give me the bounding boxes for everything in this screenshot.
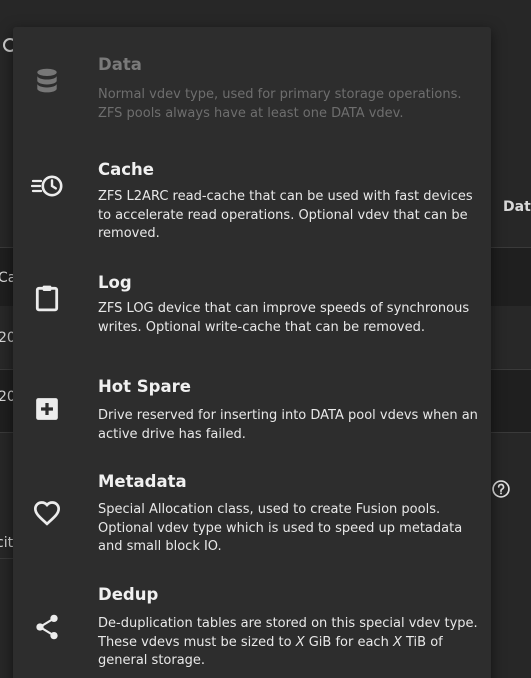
menu-item-title: Data	[98, 55, 142, 74]
menu-item-dedup[interactable]: Dedup De-duplication tables are stored o…	[13, 571, 491, 678]
menu-item-metadata[interactable]: Metadata Special Allocation class, used …	[13, 459, 491, 571]
menu-item-title: Metadata	[98, 472, 187, 491]
menu-item-title: Cache	[98, 160, 154, 179]
menu-item-description: Special Allocation class, used to create…	[98, 502, 463, 554]
menu-item-description: De-duplication tables are stored on this…	[98, 615, 478, 671]
menu-item-log[interactable]: Log ZFS LOG device that can improve spee…	[13, 244, 491, 359]
menu-item-description: ZFS L2ARC read-cache that can be used wi…	[98, 189, 473, 241]
vdev-type-menu: Data Normal vdev type, used for primary …	[13, 27, 491, 678]
menu-item-title: Dedup	[98, 585, 159, 604]
clipboard-icon	[33, 284, 61, 312]
description-text: GiB for each	[304, 634, 393, 650]
database-icon	[33, 67, 61, 95]
menu-item-title: Hot Spare	[98, 377, 191, 396]
menu-item-description: Normal vdev type, used for primary stora…	[98, 87, 462, 121]
menu-item-description: ZFS LOG device that can improve speeds o…	[98, 301, 470, 335]
plus-box-icon	[33, 395, 61, 423]
column-header-fragment: Dat	[503, 199, 531, 215]
share-icon	[33, 613, 61, 641]
menu-item-hot-spare[interactable]: Hot Spare Drive reserved for inserting i…	[13, 359, 491, 459]
description-variable: X	[392, 634, 402, 650]
clock-fast-icon	[31, 172, 65, 200]
menu-item-data[interactable]: Data Normal vdev type, used for primary …	[13, 27, 491, 134]
label-fragment: cit	[0, 535, 14, 551]
heart-outline-icon	[33, 499, 61, 527]
menu-item-description: Drive reserved for inserting into DATA p…	[98, 408, 478, 442]
description-variable: X	[295, 634, 305, 650]
menu-item-cache[interactable]: Cache ZFS L2ARC read-cache that can be u…	[13, 134, 491, 244]
help-icon[interactable]	[491, 479, 511, 499]
page: Dat Ca 20 20 cit Data Normal vdev type, …	[0, 0, 531, 678]
menu-item-title: Log	[98, 273, 132, 292]
